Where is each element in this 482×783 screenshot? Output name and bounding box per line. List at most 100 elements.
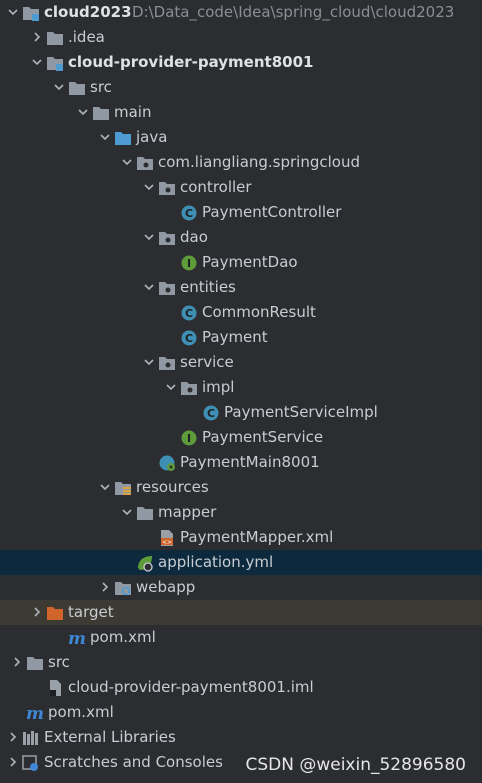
class-icon: C [180, 329, 198, 347]
project-tree: cloud2023 D:\Data_code\Idea\spring_cloud\… [0, 0, 482, 775]
tree-node-resources[interactable]: resources [0, 475, 482, 500]
spring-yml-icon [136, 554, 154, 572]
tree-node-label: cloud-provider-payment8001.iml [68, 678, 314, 696]
chevron-down-icon[interactable] [144, 182, 154, 192]
tree-node-src[interactable]: src [0, 75, 482, 100]
tree-node-entities[interactable]: entities [0, 275, 482, 300]
chevron-down-icon[interactable] [122, 507, 132, 517]
tree-node-java[interactable]: java [0, 125, 482, 150]
package-icon [158, 279, 176, 297]
tree-node-mapper[interactable]: mapper [0, 500, 482, 525]
chevron-down-icon[interactable] [144, 232, 154, 242]
tree-node-label: webapp [136, 578, 196, 596]
chevron-down-icon[interactable] [8, 7, 18, 17]
tree-node-cloud-provider-payment8001[interactable]: cloud-provider-payment8001 [0, 50, 482, 75]
tree-node-com-liangliang-springcloud[interactable]: com.liangliang.springcloud [0, 150, 482, 175]
tree-node-idea[interactable]: .idea [0, 25, 482, 50]
chevron-right-icon[interactable] [8, 757, 18, 767]
tree-node-label: main [114, 103, 152, 121]
chevron-down-icon[interactable] [78, 107, 88, 117]
tree-node-label: pom.xml [48, 703, 114, 721]
tree-node-label: CommonResult [202, 303, 316, 321]
tree-node-impl[interactable]: impl [0, 375, 482, 400]
tree-node-pom-xml[interactable]: m pom.xml [0, 625, 482, 650]
tree-node-paymentcontroller[interactable]: C PaymentController [0, 200, 482, 225]
tree-node-target[interactable]: target [0, 600, 482, 625]
svg-text:<>: <> [162, 539, 172, 546]
chevron-down-icon[interactable] [54, 82, 64, 92]
chevron-down-icon[interactable] [144, 282, 154, 292]
tree-node-label: src [90, 78, 112, 96]
tree-node-label: cloud-provider-payment8001 [68, 53, 314, 71]
chevron-right-icon[interactable] [8, 732, 18, 742]
package-icon [158, 354, 176, 372]
folder-icon [46, 29, 64, 47]
tree-node-paymentmapper-xml[interactable]: <> PaymentMapper.xml [0, 525, 482, 550]
tree-node-label: PaymentServiceImpl [224, 403, 378, 421]
tree-node-service[interactable]: service [0, 350, 482, 375]
chevron-down-icon[interactable] [100, 132, 110, 142]
tree-node-label: Scratches and Consoles [44, 753, 223, 771]
tree-node-label: impl [202, 378, 235, 396]
tree-node-application-yml[interactable]: application.yml [0, 550, 482, 575]
project-path: D:\Data_code\Idea\spring_cloud\cloud2023 [132, 3, 455, 21]
chevron-right-icon[interactable] [100, 582, 110, 592]
tree-node-label: controller [180, 178, 252, 196]
tree-node-label: PaymentMain8001 [180, 453, 320, 471]
maven-icon: m [26, 704, 44, 722]
tree-node-label: entities [180, 278, 236, 296]
tree-node-paymentdao[interactable]: I PaymentDao [0, 250, 482, 275]
chevron-down-icon[interactable] [100, 482, 110, 492]
tree-node-label: pom.xml [90, 628, 156, 646]
svg-text:m: m [68, 629, 86, 647]
tree-node-commonresult[interactable]: C CommonResult [0, 300, 482, 325]
csdn-watermark: CSDN @weixin_52896580 [245, 755, 466, 775]
tree-node-controller[interactable]: controller [0, 175, 482, 200]
tree-node-label: src [48, 653, 70, 671]
tree-node-label: mapper [158, 503, 217, 521]
excluded-folder-icon [46, 604, 64, 622]
chevron-down-icon[interactable] [166, 382, 176, 392]
tree-node-paymentservice[interactable]: I PaymentService [0, 425, 482, 450]
module-folder-icon [22, 4, 40, 22]
svg-text:C: C [185, 307, 193, 320]
maven-icon: m [68, 629, 86, 647]
iml-file-icon [46, 679, 64, 697]
chevron-down-icon[interactable] [122, 157, 132, 167]
tree-node-cloud-provider-payment8001-iml[interactable]: cloud-provider-payment8001.iml [0, 675, 482, 700]
tree-node-dao[interactable]: dao [0, 225, 482, 250]
tree-node-pom-xml[interactable]: m pom.xml [0, 700, 482, 725]
web-folder-icon [114, 579, 132, 597]
package-icon [158, 179, 176, 197]
folder-icon [92, 104, 110, 122]
chevron-down-icon[interactable] [144, 357, 154, 367]
chevron-down-icon[interactable] [32, 57, 42, 67]
tree-node-webapp[interactable]: webapp [0, 575, 482, 600]
tree-node-label: PaymentMapper.xml [180, 528, 334, 546]
tree-node-label: Payment [202, 328, 268, 346]
svg-text:C: C [207, 407, 215, 420]
module-folder-icon [46, 54, 64, 72]
tree-node-label: .idea [68, 28, 105, 46]
scratches-icon [22, 754, 40, 772]
tree-node-label: PaymentService [202, 428, 324, 446]
class-icon: C [202, 404, 220, 422]
tree-node-main[interactable]: main [0, 100, 482, 125]
tree-node-payment[interactable]: C Payment [0, 325, 482, 350]
tree-node-paymentmain8001[interactable]: PaymentMain8001 [0, 450, 482, 475]
source-folder-icon [114, 129, 132, 147]
spring-boot-class-icon [158, 454, 176, 472]
tree-node-label: PaymentController [202, 203, 342, 221]
chevron-right-icon[interactable] [32, 32, 42, 42]
chevron-right-icon[interactable] [32, 607, 42, 617]
chevron-right-icon[interactable] [12, 657, 22, 667]
tree-node-label: External Libraries [44, 728, 176, 746]
tree-node-cloud2023[interactable]: cloud2023 D:\Data_code\Idea\spring_cloud\… [0, 0, 482, 25]
tree-node-external-libraries[interactable]: External Libraries [0, 725, 482, 750]
svg-text:C: C [185, 332, 193, 345]
svg-text:I: I [187, 257, 191, 270]
tree-node-paymentserviceimpl[interactable]: C PaymentServiceImpl [0, 400, 482, 425]
tree-node-src[interactable]: src [0, 650, 482, 675]
interface-icon: I [180, 254, 198, 272]
folder-icon [26, 654, 44, 672]
